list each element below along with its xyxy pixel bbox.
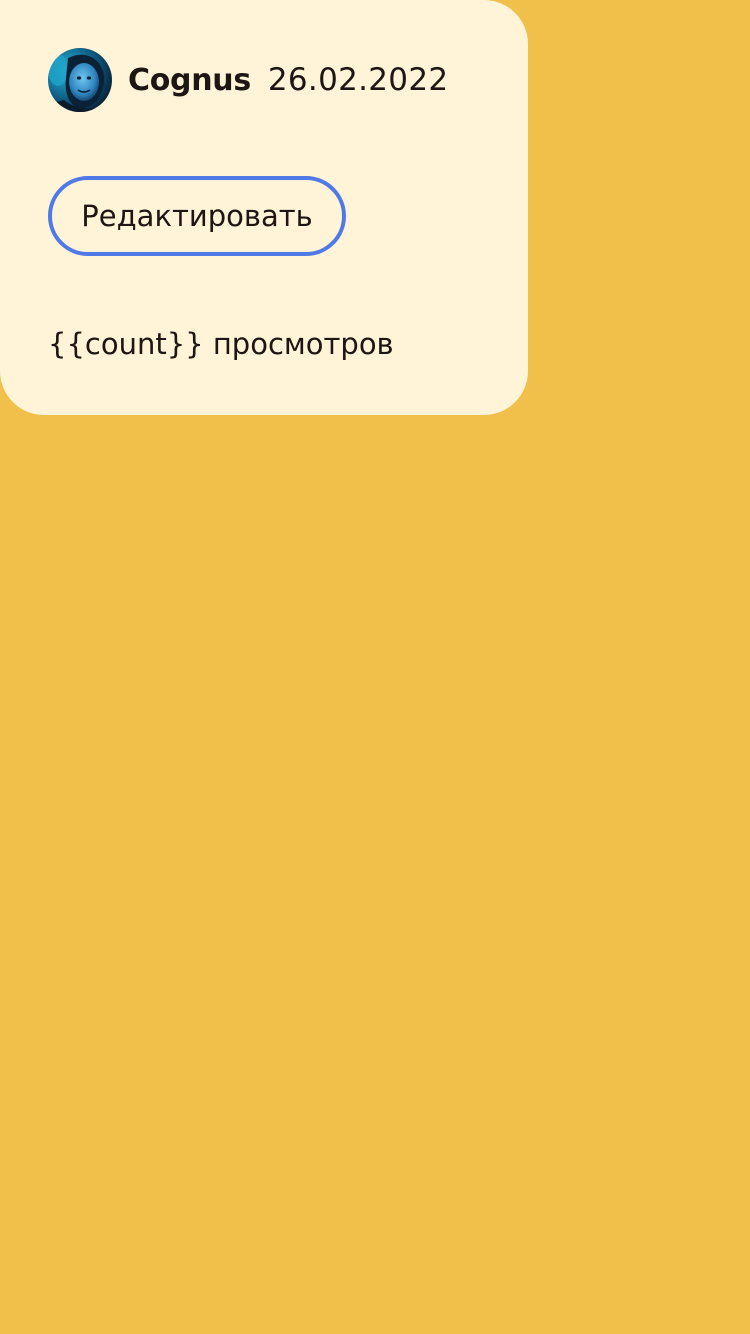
views-count: {{count}} просмотров [48, 327, 394, 361]
author-row: Cognus 26.02.2022 [48, 48, 448, 112]
edit-button[interactable]: Редактировать [48, 176, 346, 256]
author-name[interactable]: Cognus [128, 63, 251, 98]
post-date: 26.02.2022 [267, 62, 449, 98]
post-info-card: Cognus 26.02.2022 Редактировать {{count}… [0, 0, 528, 415]
user-avatar-icon [48, 48, 112, 112]
avatar[interactable] [48, 48, 112, 112]
